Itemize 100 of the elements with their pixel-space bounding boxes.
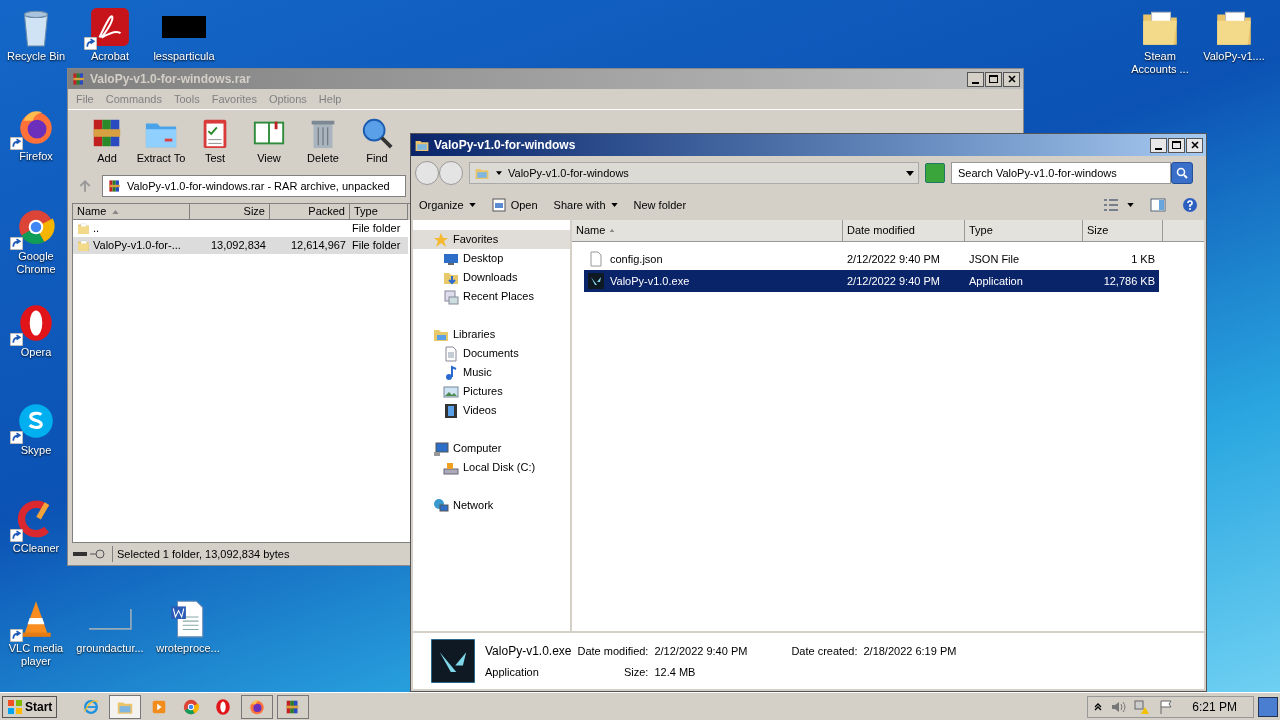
close-button[interactable] [1003, 71, 1020, 87]
details-value: 12.4 MB [654, 664, 697, 680]
file-name: ValoPy-v1.0-for-... [93, 238, 181, 254]
taskbar-app-button[interactable] [277, 694, 310, 719]
desktop-icon-label[interactable]: Skype [20, 444, 52, 457]
desktop-icon-label[interactable]: Google Chrome [4, 250, 68, 276]
show-desktop-button[interactable] [1258, 696, 1278, 717]
file-type: JSON File [969, 252, 1020, 265]
computer-icon [433, 440, 449, 457]
minimize-button[interactable] [967, 71, 984, 87]
taskbar-app-button[interactable] [241, 694, 274, 719]
file-date: 2/12/2022 9:40 PM [847, 274, 940, 287]
caret-icon [496, 171, 502, 175]
close-button[interactable] [1186, 137, 1203, 153]
nav-item[interactable]: Libraries [413, 325, 570, 344]
toolbar-button[interactable]: Test [190, 116, 240, 167]
file-date: 2/12/2022 9:40 PM [847, 252, 940, 265]
details-label: Date modified: [577, 643, 649, 659]
window-title: ValoPy-v1.0-for-windows.rar [90, 71, 252, 88]
desktop-icon-label[interactable]: ValoPy-v1.... [1203, 50, 1265, 63]
desktop-icon-label[interactable]: VLC media player [4, 642, 68, 668]
help-icon[interactable] [1182, 197, 1198, 213]
caret-icon[interactable] [1127, 203, 1134, 207]
minimize-icon [972, 81, 979, 84]
opera-ring-icon [214, 697, 233, 716]
document-icon [443, 345, 459, 362]
command-button[interactable]: Organize [419, 196, 476, 214]
file-size: 1 KB [1131, 252, 1155, 265]
desktop-icon-label[interactable]: Steam Accounts ... [1128, 50, 1192, 76]
toolbar-button[interactable]: Delete [298, 116, 348, 167]
fox-globe-icon [248, 697, 267, 716]
command-button[interactable]: Share with [553, 196, 618, 214]
desktop-icon-label[interactable]: Opera [20, 346, 52, 359]
desktop-icon-label[interactable]: Acrobat [91, 50, 129, 63]
column-header[interactable]: Type [350, 204, 408, 220]
start-button[interactable]: Start [2, 695, 58, 718]
nav-item[interactable]: Videos [413, 401, 570, 420]
nav-item[interactable]: Pictures [413, 382, 570, 401]
preview-pane-icon[interactable] [1150, 198, 1166, 212]
nav-item[interactable]: Local Disk (C:) [413, 458, 570, 477]
desktop-icon-label[interactable]: wroteproce... [156, 642, 220, 655]
desktop-icon-label[interactable]: CCleaner [12, 542, 60, 555]
nav-item[interactable]: Network [413, 496, 570, 515]
details-name: ValoPy-v1.0.exe [485, 642, 572, 660]
column-header[interactable]: Packed [270, 204, 350, 220]
view-list-icon[interactable] [1103, 198, 1119, 212]
app-logo-icon [431, 639, 475, 683]
address-bar[interactable]: ValoPy-v1.0-for-windows [469, 162, 919, 184]
nav-item[interactable]: Downloads [413, 268, 570, 287]
taskbar-app-button[interactable] [109, 694, 142, 719]
desktop-icon-label[interactable]: lessparticula [153, 50, 215, 63]
folder-icon [77, 222, 90, 235]
status-text: Selected 1 folder, 13,092,834 bytes [112, 545, 290, 563]
flag-icon[interactable] [1158, 698, 1175, 715]
column-header[interactable]: Date modified [843, 220, 965, 242]
recent-places-icon [443, 288, 459, 305]
windows-logo-icon [7, 698, 23, 715]
column-header[interactable]: Size [1083, 220, 1163, 242]
sort-arrow-icon [112, 209, 120, 214]
minimize-icon [1155, 147, 1162, 150]
command-button[interactable]: Open [491, 196, 538, 214]
nav-item[interactable]: Favorites [413, 230, 570, 249]
file-size: 13,092,834 [210, 239, 266, 252]
maximize-button[interactable] [985, 71, 1002, 87]
toolbar-button[interactable]: Add [82, 116, 132, 167]
column-header[interactable]: Name [73, 204, 190, 220]
nav-item[interactable]: Documents [413, 344, 570, 363]
archive-path-text: ValoPy-v1.0-for-windows.rar - RAR archive, unpacked [127, 178, 390, 194]
chevron-up-icon[interactable] [1094, 702, 1103, 711]
books-icon [107, 178, 123, 194]
search-button[interactable] [1171, 162, 1193, 184]
search-field[interactable]: Search ValoPy-v1.0-for-windows [951, 162, 1171, 184]
packed-size: 12,614,967 [290, 239, 346, 252]
desktop-icon-label[interactable]: groundactur... [76, 642, 144, 655]
archive-row[interactable]: ValoPy-v1.0-for-... 13,092,834 12,614,967 File folder [73, 237, 408, 254]
nav-item[interactable]: Recent Places [413, 287, 570, 306]
nav-item[interactable]: Computer [413, 439, 570, 458]
command-button[interactable]: New folder [633, 196, 687, 214]
archive-path-field[interactable]: ValoPy-v1.0-for-windows.rar - RAR archive, unpacked [102, 175, 406, 197]
maximize-button[interactable] [1168, 137, 1185, 153]
nav-item[interactable]: Desktop [413, 249, 570, 268]
column-header[interactable]: Size [190, 204, 270, 220]
desktop-icon-label[interactable]: Recycle Bin [6, 50, 66, 63]
details-label: Size: [622, 664, 649, 680]
toolbar-button[interactable]: Find [352, 116, 402, 167]
desktop-icon-label[interactable]: Firefox [19, 150, 53, 163]
column-header[interactable]: Type [965, 220, 1083, 242]
minimize-button[interactable] [1150, 137, 1167, 153]
file-row[interactable]: ValoPy-v1.0.exe 2/12/2022 9:40 PM Application 12,786 KB [584, 270, 1159, 292]
file-row[interactable]: config.json 2/12/2022 9:40 PM JSON File 1 KB [584, 248, 1159, 270]
close-icon [1190, 141, 1199, 149]
caret-icon [468, 203, 476, 207]
toolbar-button[interactable]: Extract To [136, 116, 186, 167]
open-icon [491, 198, 506, 212]
toolbar-button[interactable]: View [244, 116, 294, 167]
archive-row[interactable]: .. File folder [73, 220, 408, 237]
details-value: 2/12/2022 9:40 PM [654, 643, 748, 659]
column-header[interactable]: Name [572, 220, 843, 242]
nav-item[interactable]: Music [413, 363, 570, 382]
file-size: 12,786 KB [1103, 274, 1155, 287]
